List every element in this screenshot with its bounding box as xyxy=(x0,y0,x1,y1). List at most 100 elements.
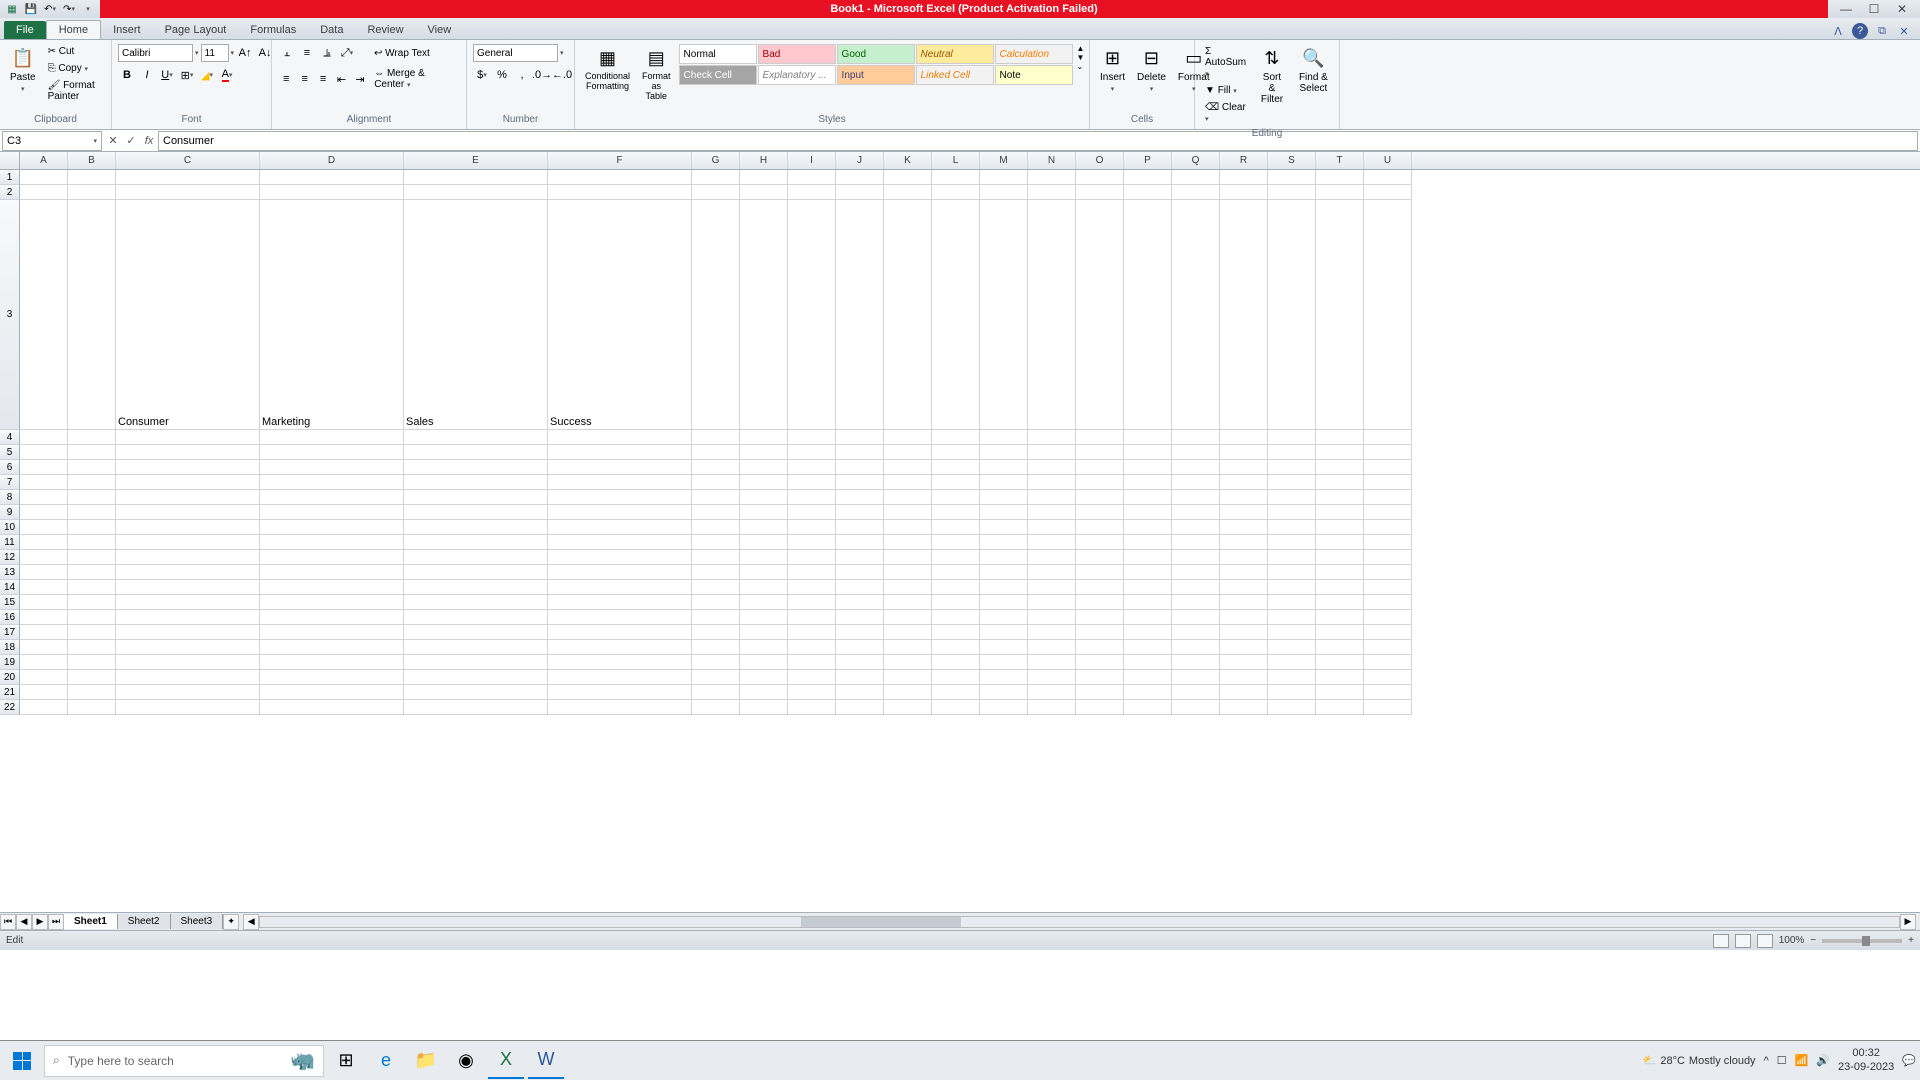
cell[interactable] xyxy=(1124,595,1172,610)
cell[interactable] xyxy=(1268,505,1316,520)
cell[interactable] xyxy=(740,200,788,430)
cell[interactable] xyxy=(1028,185,1076,200)
cell[interactable] xyxy=(1220,550,1268,565)
increase-decimal-icon[interactable]: .0→ xyxy=(533,66,551,84)
cell[interactable] xyxy=(740,520,788,535)
cell[interactable] xyxy=(1268,625,1316,640)
cell[interactable] xyxy=(1124,520,1172,535)
cell[interactable] xyxy=(740,475,788,490)
cell[interactable] xyxy=(260,565,404,580)
cell[interactable] xyxy=(116,475,260,490)
cell[interactable] xyxy=(404,445,548,460)
zoom-in-icon[interactable]: + xyxy=(1908,935,1914,946)
cell[interactable] xyxy=(1076,200,1124,430)
cell[interactable] xyxy=(1076,580,1124,595)
cell[interactable] xyxy=(1076,595,1124,610)
cell[interactable] xyxy=(980,475,1028,490)
formula-input[interactable] xyxy=(158,131,1918,151)
cell[interactable] xyxy=(932,640,980,655)
cell[interactable] xyxy=(740,460,788,475)
cell[interactable] xyxy=(548,640,692,655)
cell[interactable] xyxy=(836,170,884,185)
cell[interactable] xyxy=(1268,550,1316,565)
cell[interactable] xyxy=(836,520,884,535)
cell[interactable] xyxy=(260,640,404,655)
cell[interactable] xyxy=(932,430,980,445)
cell[interactable] xyxy=(932,700,980,715)
cell[interactable] xyxy=(1076,490,1124,505)
styles-scroll-up-icon[interactable]: ▲ xyxy=(1077,44,1085,53)
cell[interactable] xyxy=(1028,655,1076,670)
cell[interactable] xyxy=(788,535,836,550)
number-format-select[interactable] xyxy=(473,44,558,62)
cell[interactable] xyxy=(1076,170,1124,185)
cell[interactable] xyxy=(1124,610,1172,625)
percent-button[interactable]: % xyxy=(493,66,511,84)
cell[interactable] xyxy=(1220,685,1268,700)
file-explorer-icon[interactable]: 📁 xyxy=(408,1043,444,1079)
cell[interactable] xyxy=(548,610,692,625)
cell[interactable] xyxy=(1076,610,1124,625)
cell[interactable] xyxy=(20,685,68,700)
sheet-nav-button[interactable]: ◀ xyxy=(16,914,32,930)
sheet-tab[interactable]: Sheet2 xyxy=(118,914,171,929)
align-middle-icon[interactable]: ≡ xyxy=(298,44,316,62)
cell[interactable] xyxy=(1028,170,1076,185)
format-painter-button[interactable]: 🖌 Format Painter xyxy=(44,78,105,104)
cell[interactable] xyxy=(788,580,836,595)
cell[interactable] xyxy=(836,430,884,445)
cell[interactable] xyxy=(836,490,884,505)
cell[interactable] xyxy=(1316,185,1364,200)
cell[interactable] xyxy=(1028,490,1076,505)
column-header[interactable]: H xyxy=(740,152,788,169)
cell[interactable] xyxy=(548,535,692,550)
cell[interactable] xyxy=(1124,565,1172,580)
notifications-icon[interactable]: 💬 xyxy=(1902,1054,1916,1067)
cell[interactable] xyxy=(116,505,260,520)
taskbar-search[interactable]: ⌕ Type here to search 🦏 xyxy=(44,1045,324,1077)
cell[interactable] xyxy=(1364,595,1412,610)
cell[interactable] xyxy=(740,430,788,445)
cell[interactable] xyxy=(1220,520,1268,535)
cell[interactable] xyxy=(1124,625,1172,640)
column-header[interactable]: E xyxy=(404,152,548,169)
conditional-formatting-button[interactable]: ▦ Conditional Formatting xyxy=(581,44,634,94)
cell[interactable] xyxy=(1220,655,1268,670)
cell[interactable]: Marketing xyxy=(260,200,404,430)
cell[interactable] xyxy=(1172,595,1220,610)
cell[interactable] xyxy=(788,460,836,475)
cell[interactable] xyxy=(932,580,980,595)
cell[interactable] xyxy=(1172,700,1220,715)
cell[interactable] xyxy=(932,185,980,200)
help-icon[interactable]: ? xyxy=(1852,23,1868,39)
close-button[interactable]: ✕ xyxy=(1892,1,1912,17)
cell[interactable] xyxy=(404,670,548,685)
align-left-icon[interactable]: ≡ xyxy=(278,70,294,88)
tab-home[interactable]: Home xyxy=(46,20,101,39)
cell[interactable] xyxy=(884,655,932,670)
column-header[interactable]: D xyxy=(260,152,404,169)
cell[interactable] xyxy=(404,580,548,595)
cell[interactable] xyxy=(1220,580,1268,595)
cell[interactable] xyxy=(548,505,692,520)
cell[interactable] xyxy=(836,625,884,640)
autosum-button[interactable]: Σ AutoSum ▾ xyxy=(1201,44,1250,81)
zoom-out-icon[interactable]: − xyxy=(1810,935,1816,946)
cell[interactable] xyxy=(788,655,836,670)
cell[interactable] xyxy=(788,550,836,565)
cell[interactable] xyxy=(1316,640,1364,655)
task-view-icon[interactable]: ⊞ xyxy=(328,1043,364,1079)
cell[interactable] xyxy=(1316,490,1364,505)
undo-icon[interactable]: ↶▾ xyxy=(42,1,58,17)
cell[interactable] xyxy=(932,475,980,490)
row-header[interactable]: 8 xyxy=(0,490,20,505)
cell[interactable] xyxy=(260,595,404,610)
column-header[interactable]: F xyxy=(548,152,692,169)
cell[interactable] xyxy=(20,535,68,550)
row-header[interactable]: 6 xyxy=(0,460,20,475)
cell[interactable] xyxy=(20,670,68,685)
cell[interactable] xyxy=(1220,475,1268,490)
excel-taskbar-icon[interactable]: X xyxy=(488,1043,524,1079)
cell[interactable] xyxy=(1172,490,1220,505)
cell[interactable] xyxy=(548,490,692,505)
